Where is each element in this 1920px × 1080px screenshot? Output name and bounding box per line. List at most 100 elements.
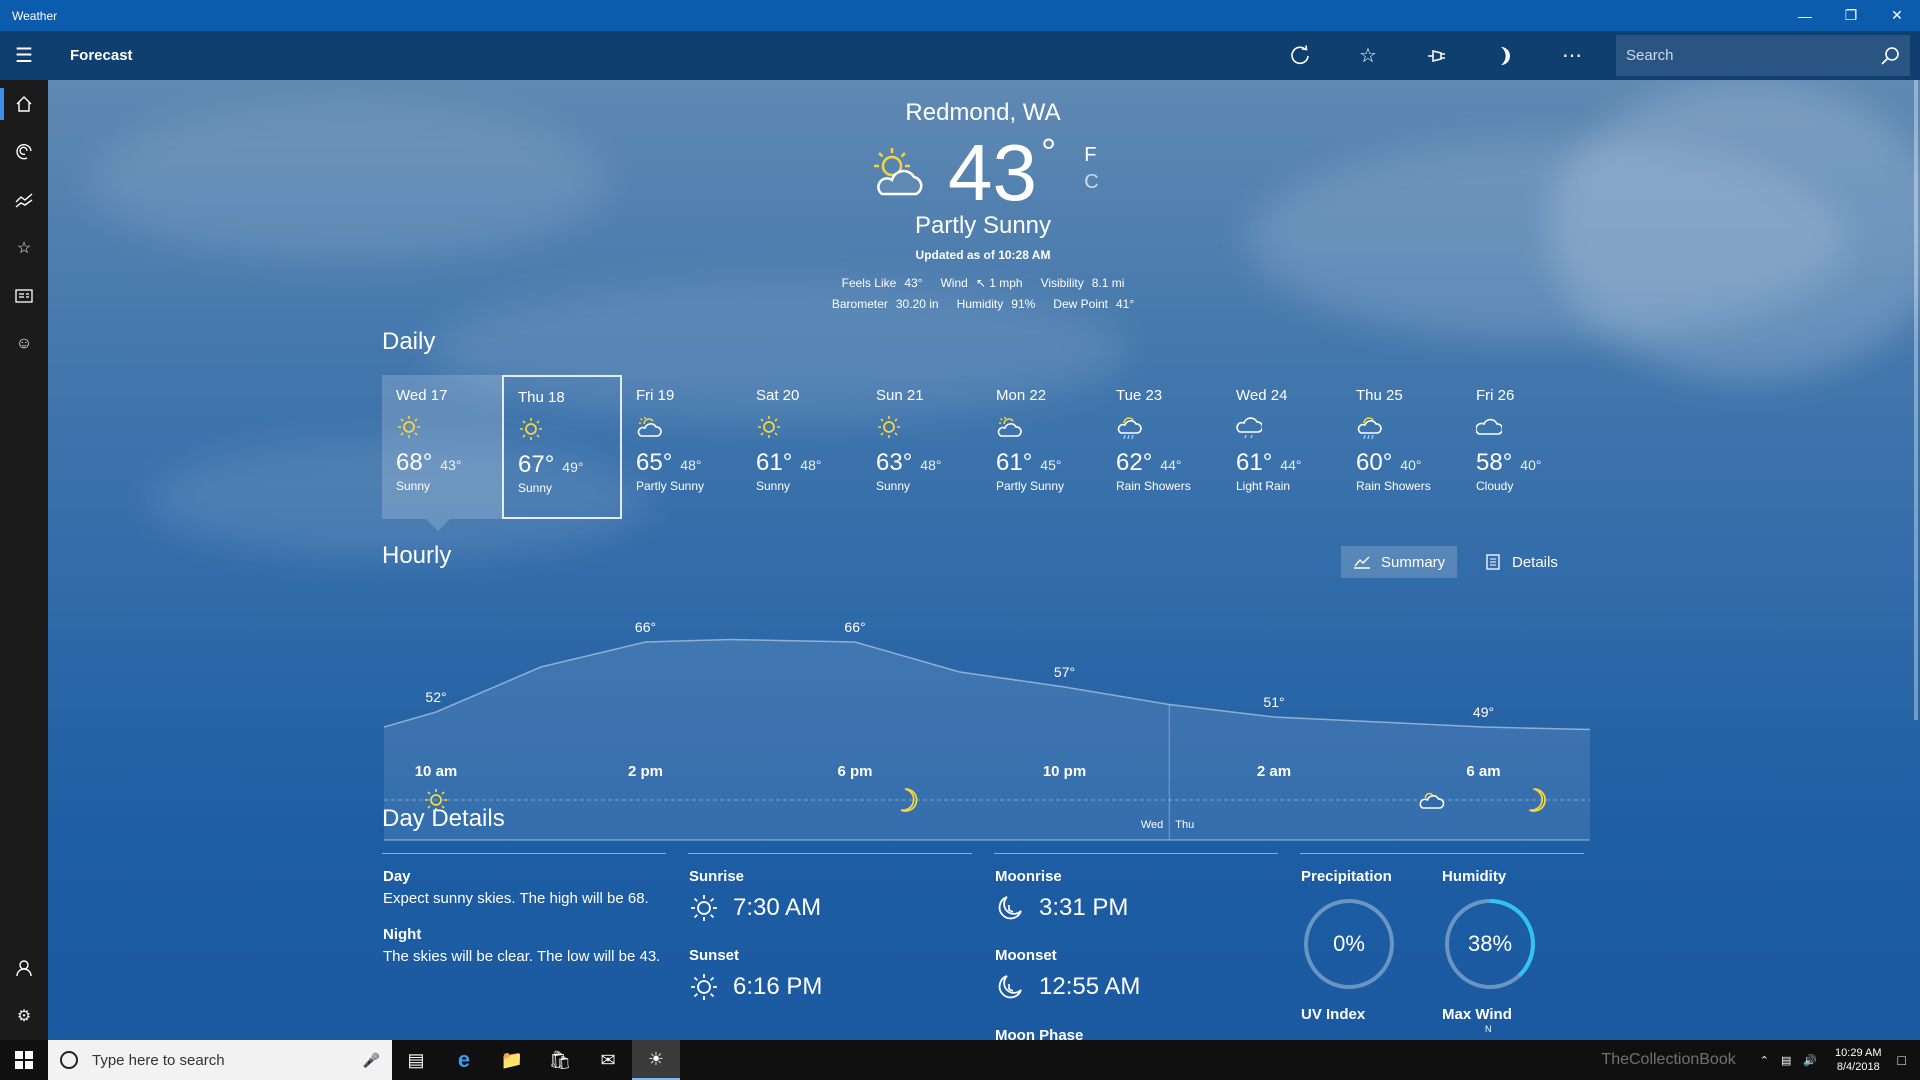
search-input[interactable] bbox=[1626, 47, 1880, 64]
precipitation-ring: 0% bbox=[1304, 899, 1394, 989]
moonrise-label: Moonrise bbox=[995, 868, 1062, 885]
nav-maps-radar-icon[interactable] bbox=[0, 128, 48, 176]
edge-browser-icon[interactable]: e bbox=[440, 1040, 488, 1080]
nav-settings-gear-icon[interactable]: ⚙ bbox=[0, 992, 48, 1040]
sunset-icon bbox=[691, 974, 717, 1000]
details-label: Details bbox=[1512, 553, 1558, 571]
nav-account-icon[interactable] bbox=[0, 944, 48, 992]
microphone-icon[interactable]: 🎤 bbox=[363, 1052, 380, 1069]
favorite-star-icon[interactable]: ☆ bbox=[1334, 31, 1402, 80]
clock-date: 8/4/2018 bbox=[1836, 1061, 1880, 1073]
precip-humidity-column bbox=[1300, 853, 1584, 854]
light-rain-icon bbox=[1236, 417, 1264, 439]
day-condition: Sunny bbox=[876, 479, 911, 493]
partly-sunny-icon bbox=[874, 148, 923, 196]
precipitation-value: 0% bbox=[1333, 931, 1365, 956]
daily-day-card[interactable]: Wed 24 61° 44° Light Rain bbox=[1222, 375, 1342, 519]
day-high-temp: 63° bbox=[876, 449, 913, 476]
pin-icon[interactable] bbox=[1402, 31, 1470, 80]
location-name: Redmond, WA bbox=[905, 99, 1061, 126]
day-name: Tue 23 bbox=[1116, 387, 1163, 404]
fahrenheit-unit-button[interactable]: F bbox=[1084, 144, 1098, 167]
show-hidden-icons-chevron-icon[interactable]: ⌃ bbox=[1760, 1054, 1769, 1067]
store-icon[interactable]: 🛍 bbox=[536, 1040, 584, 1080]
restore-button[interactable]: ❐ bbox=[1828, 0, 1874, 31]
nav-feedback-smiley-icon[interactable]: ☺ bbox=[0, 320, 48, 368]
taskbar-clock[interactable]: 10:29 AM 8/4/2018 bbox=[1835, 1046, 1881, 1074]
day-night-column bbox=[382, 853, 666, 854]
day-name: Fri 26 bbox=[1476, 387, 1515, 404]
hourly-temp-label: 66° bbox=[844, 619, 865, 635]
hamburger-menu-icon[interactable]: ☰ bbox=[0, 31, 48, 80]
network-icon[interactable]: ▤ bbox=[1781, 1054, 1791, 1067]
humidity-ring: 38% bbox=[1445, 899, 1535, 989]
weather-app-taskbar-icon[interactable]: ☀ bbox=[632, 1040, 680, 1080]
details-toggle-button[interactable]: Details bbox=[1474, 546, 1570, 578]
day-name: Wed 17 bbox=[396, 387, 448, 404]
daily-day-card[interactable]: Mon 22 61° 45° Partly Sunny bbox=[982, 375, 1102, 519]
cortana-circle-icon bbox=[60, 1051, 78, 1069]
hourly-temp-label: 52° bbox=[425, 689, 446, 705]
summary-toggle-button[interactable]: Summary bbox=[1341, 546, 1458, 578]
moon-column bbox=[994, 853, 1278, 854]
mail-icon[interactable]: ✉ bbox=[584, 1040, 632, 1080]
rain-showers-icon bbox=[1117, 417, 1142, 440]
more-options-icon[interactable]: ⋯ bbox=[1538, 31, 1606, 80]
search-box[interactable] bbox=[1616, 35, 1910, 76]
hourly-temp-label: 51° bbox=[1263, 694, 1284, 710]
nav-historical-weather-icon[interactable] bbox=[0, 176, 48, 224]
scrollbar-thumb[interactable] bbox=[1914, 80, 1918, 720]
sunrise-label: Sunrise bbox=[689, 868, 745, 885]
day-low-temp: 44° bbox=[1280, 457, 1302, 473]
dew-point-stat: Dew Point 41° bbox=[1053, 297, 1135, 311]
refresh-icon[interactable] bbox=[1266, 31, 1334, 80]
hourly-time-label: 6 pm bbox=[837, 763, 873, 780]
sunset-label: Sunset bbox=[689, 947, 740, 964]
file-explorer-icon[interactable]: 📁 bbox=[488, 1040, 536, 1080]
page-title: Forecast bbox=[70, 47, 133, 64]
daily-day-card[interactable]: Fri 19 65° 48° Partly Sunny bbox=[622, 375, 742, 519]
daily-day-card[interactable]: Wed 17 68° 43° Sunny bbox=[382, 375, 502, 531]
day-condition: Sunny bbox=[396, 479, 431, 493]
moon-phase-label: Moon Phase bbox=[995, 1027, 1084, 1040]
day-high-temp: 68° bbox=[396, 449, 433, 476]
day-low-temp: 44° bbox=[1160, 457, 1182, 473]
nav-favorites-icon[interactable]: ☆ bbox=[0, 224, 48, 272]
day-low-temp: 48° bbox=[680, 457, 702, 473]
hourly-time-label: 10 pm bbox=[1042, 763, 1087, 780]
day-condition: Sunny bbox=[518, 481, 553, 495]
minimize-button[interactable]: — bbox=[1782, 0, 1828, 31]
nav-forecast-home-icon[interactable] bbox=[0, 80, 48, 128]
celsius-unit-button[interactable]: C bbox=[1084, 171, 1098, 194]
night-text: The skies will be clear. The low will be… bbox=[383, 948, 661, 965]
daily-day-card[interactable]: Fri 26 58° 40° Cloudy bbox=[1462, 375, 1582, 519]
nav-news-icon[interactable] bbox=[0, 272, 48, 320]
daily-day-card[interactable]: Thu 18 67° 49° Sunny bbox=[502, 375, 622, 519]
sun-icon bbox=[878, 416, 900, 438]
hourly-temperature-area bbox=[384, 639, 1590, 840]
feels-like-stat: Feels Like 43° bbox=[841, 276, 923, 290]
task-view-icon[interactable]: ▤ bbox=[392, 1040, 440, 1080]
volume-icon[interactable]: 🔊 bbox=[1803, 1054, 1817, 1067]
partly-sunny-icon bbox=[997, 417, 1022, 437]
start-windows-icon[interactable] bbox=[0, 1040, 48, 1080]
hourly-time-label: 10 am bbox=[414, 763, 458, 780]
day-high-temp: 61° bbox=[1236, 449, 1273, 476]
close-button[interactable]: ✕ bbox=[1874, 0, 1920, 31]
taskbar-search-box[interactable]: Type here to search 🎤 bbox=[48, 1040, 392, 1080]
day-name: Fri 19 bbox=[636, 387, 675, 404]
search-icon[interactable] bbox=[1880, 46, 1900, 66]
dark-mode-moon-icon[interactable] bbox=[1470, 31, 1538, 80]
action-center-icon[interactable]: □ bbox=[1898, 1052, 1906, 1068]
day-low-temp: 48° bbox=[920, 457, 942, 473]
daily-day-card[interactable]: Tue 23 62° 44° Rain Showers bbox=[1102, 375, 1222, 519]
daily-day-card[interactable]: Sun 21 63° 48° Sunny bbox=[862, 375, 982, 519]
system-tray: TheCollectionBook ⌃ ▤ 🔊 10:29 AM 8/4/201… bbox=[1601, 1040, 1920, 1080]
daily-day-card[interactable]: Thu 25 60° 40° Rain Showers bbox=[1342, 375, 1462, 519]
barometer-stat: Barometer 30.20 in bbox=[831, 297, 939, 311]
day-high-temp: 67° bbox=[518, 451, 555, 478]
day-high-temp: 61° bbox=[756, 449, 793, 476]
daily-day-card[interactable]: Sat 20 61° 48° Sunny bbox=[742, 375, 862, 519]
cloudy-icon bbox=[1475, 418, 1504, 435]
sun-icon bbox=[520, 418, 542, 440]
